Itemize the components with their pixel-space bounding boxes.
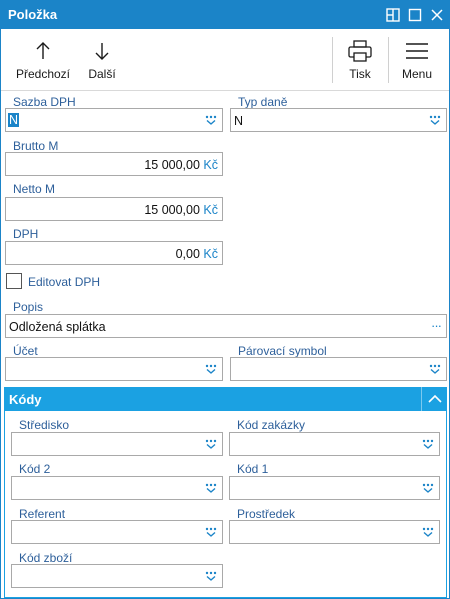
description-value: Odložená splátka bbox=[9, 320, 106, 334]
dropdown-icon[interactable] bbox=[428, 114, 442, 126]
referent-label: Referent bbox=[19, 507, 66, 521]
dropdown-icon[interactable] bbox=[204, 526, 218, 538]
tax-type-value: N bbox=[234, 114, 244, 128]
vat-label: DPH bbox=[13, 227, 39, 241]
codes-section-title: Kódy bbox=[9, 392, 42, 407]
toolbar-divider bbox=[332, 37, 333, 83]
code-1-label: Kód 1 bbox=[237, 462, 269, 476]
cost-center-label: Středisko bbox=[19, 418, 70, 432]
goods-code-select[interactable] bbox=[11, 564, 223, 588]
order-code-label: Kód zakázky bbox=[237, 418, 306, 432]
vat-value: 0,00 bbox=[175, 247, 200, 261]
dropdown-icon[interactable] bbox=[204, 363, 218, 375]
window-title: Položka bbox=[8, 7, 58, 22]
tax-type-label: Typ daně bbox=[238, 95, 288, 109]
code-2-label: Kód 2 bbox=[19, 462, 51, 476]
dropdown-icon[interactable] bbox=[204, 114, 218, 126]
dock-icon[interactable] bbox=[383, 5, 403, 25]
print-button[interactable]: Tisk bbox=[337, 29, 383, 91]
more-icon[interactable]: ··· bbox=[431, 318, 442, 333]
title-bar: Položka bbox=[1, 1, 449, 29]
account-select[interactable] bbox=[5, 357, 223, 381]
next-label: Další bbox=[88, 67, 116, 81]
dropdown-icon[interactable] bbox=[421, 438, 435, 450]
edit-vat-checkbox[interactable] bbox=[6, 273, 22, 289]
close-icon[interactable] bbox=[427, 5, 447, 25]
dropdown-icon[interactable] bbox=[204, 570, 218, 582]
dropdown-icon[interactable] bbox=[421, 482, 435, 494]
edit-vat-label: Editovat DPH bbox=[28, 275, 101, 289]
arrow-down-icon bbox=[81, 39, 123, 63]
menu-button[interactable]: Menu bbox=[393, 29, 441, 91]
vat-input[interactable]: 0,00 Kč bbox=[5, 241, 223, 265]
net-label: Netto M bbox=[13, 182, 56, 196]
printer-icon bbox=[337, 39, 383, 63]
vat-rate-label: Sazba DPH bbox=[13, 95, 76, 109]
pairing-symbol-label: Párovací symbol bbox=[238, 344, 327, 358]
codes-section-header[interactable]: Kódy bbox=[4, 387, 447, 411]
account-label: Účet bbox=[13, 344, 38, 358]
tax-type-select[interactable]: N bbox=[230, 108, 447, 132]
gross-label: Brutto M bbox=[13, 139, 59, 153]
arrow-up-icon bbox=[11, 39, 75, 63]
chevron-up-icon[interactable] bbox=[421, 387, 447, 411]
vat-rate-select[interactable]: N bbox=[5, 108, 223, 132]
code-1-select[interactable] bbox=[229, 476, 440, 500]
description-input[interactable]: Odložená splátka ··· bbox=[5, 314, 447, 338]
order-code-select[interactable] bbox=[229, 432, 440, 456]
previous-label: Předchozí bbox=[15, 67, 71, 81]
dropdown-icon[interactable] bbox=[428, 363, 442, 375]
toolbar: Předchozí Další Tisk Menu bbox=[1, 29, 449, 91]
print-label: Tisk bbox=[349, 67, 371, 81]
vat-currency: Kč bbox=[203, 247, 218, 261]
referent-select[interactable] bbox=[11, 520, 223, 544]
menu-label: Menu bbox=[401, 67, 433, 81]
vat-rate-value: N bbox=[8, 113, 20, 127]
previous-button[interactable]: Předchozí bbox=[11, 29, 75, 91]
description-label: Popis bbox=[13, 300, 44, 314]
net-input[interactable]: 15 000,00 Kč bbox=[5, 197, 223, 221]
maximize-icon[interactable] bbox=[405, 5, 425, 25]
net-currency: Kč bbox=[203, 203, 218, 217]
code-2-select[interactable] bbox=[11, 476, 223, 500]
toolbar-divider bbox=[388, 37, 389, 83]
gross-input[interactable]: 15 000,00 Kč bbox=[5, 152, 223, 176]
cost-center-select[interactable] bbox=[11, 432, 223, 456]
resource-select[interactable] bbox=[229, 520, 440, 544]
resource-label: Prostředek bbox=[237, 507, 296, 521]
dropdown-icon[interactable] bbox=[421, 526, 435, 538]
pairing-symbol-select[interactable] bbox=[230, 357, 447, 381]
dropdown-icon[interactable] bbox=[204, 438, 218, 450]
gross-value: 15 000,00 bbox=[144, 158, 200, 172]
next-button[interactable]: Další bbox=[81, 29, 123, 91]
dropdown-icon[interactable] bbox=[204, 482, 218, 494]
net-value: 15 000,00 bbox=[144, 203, 200, 217]
hamburger-icon bbox=[393, 39, 441, 63]
gross-currency: Kč bbox=[203, 158, 218, 172]
goods-code-label: Kód zboží bbox=[19, 551, 73, 565]
item-window: Položka Předchozí Další Tisk Menu Sazba … bbox=[0, 0, 450, 599]
